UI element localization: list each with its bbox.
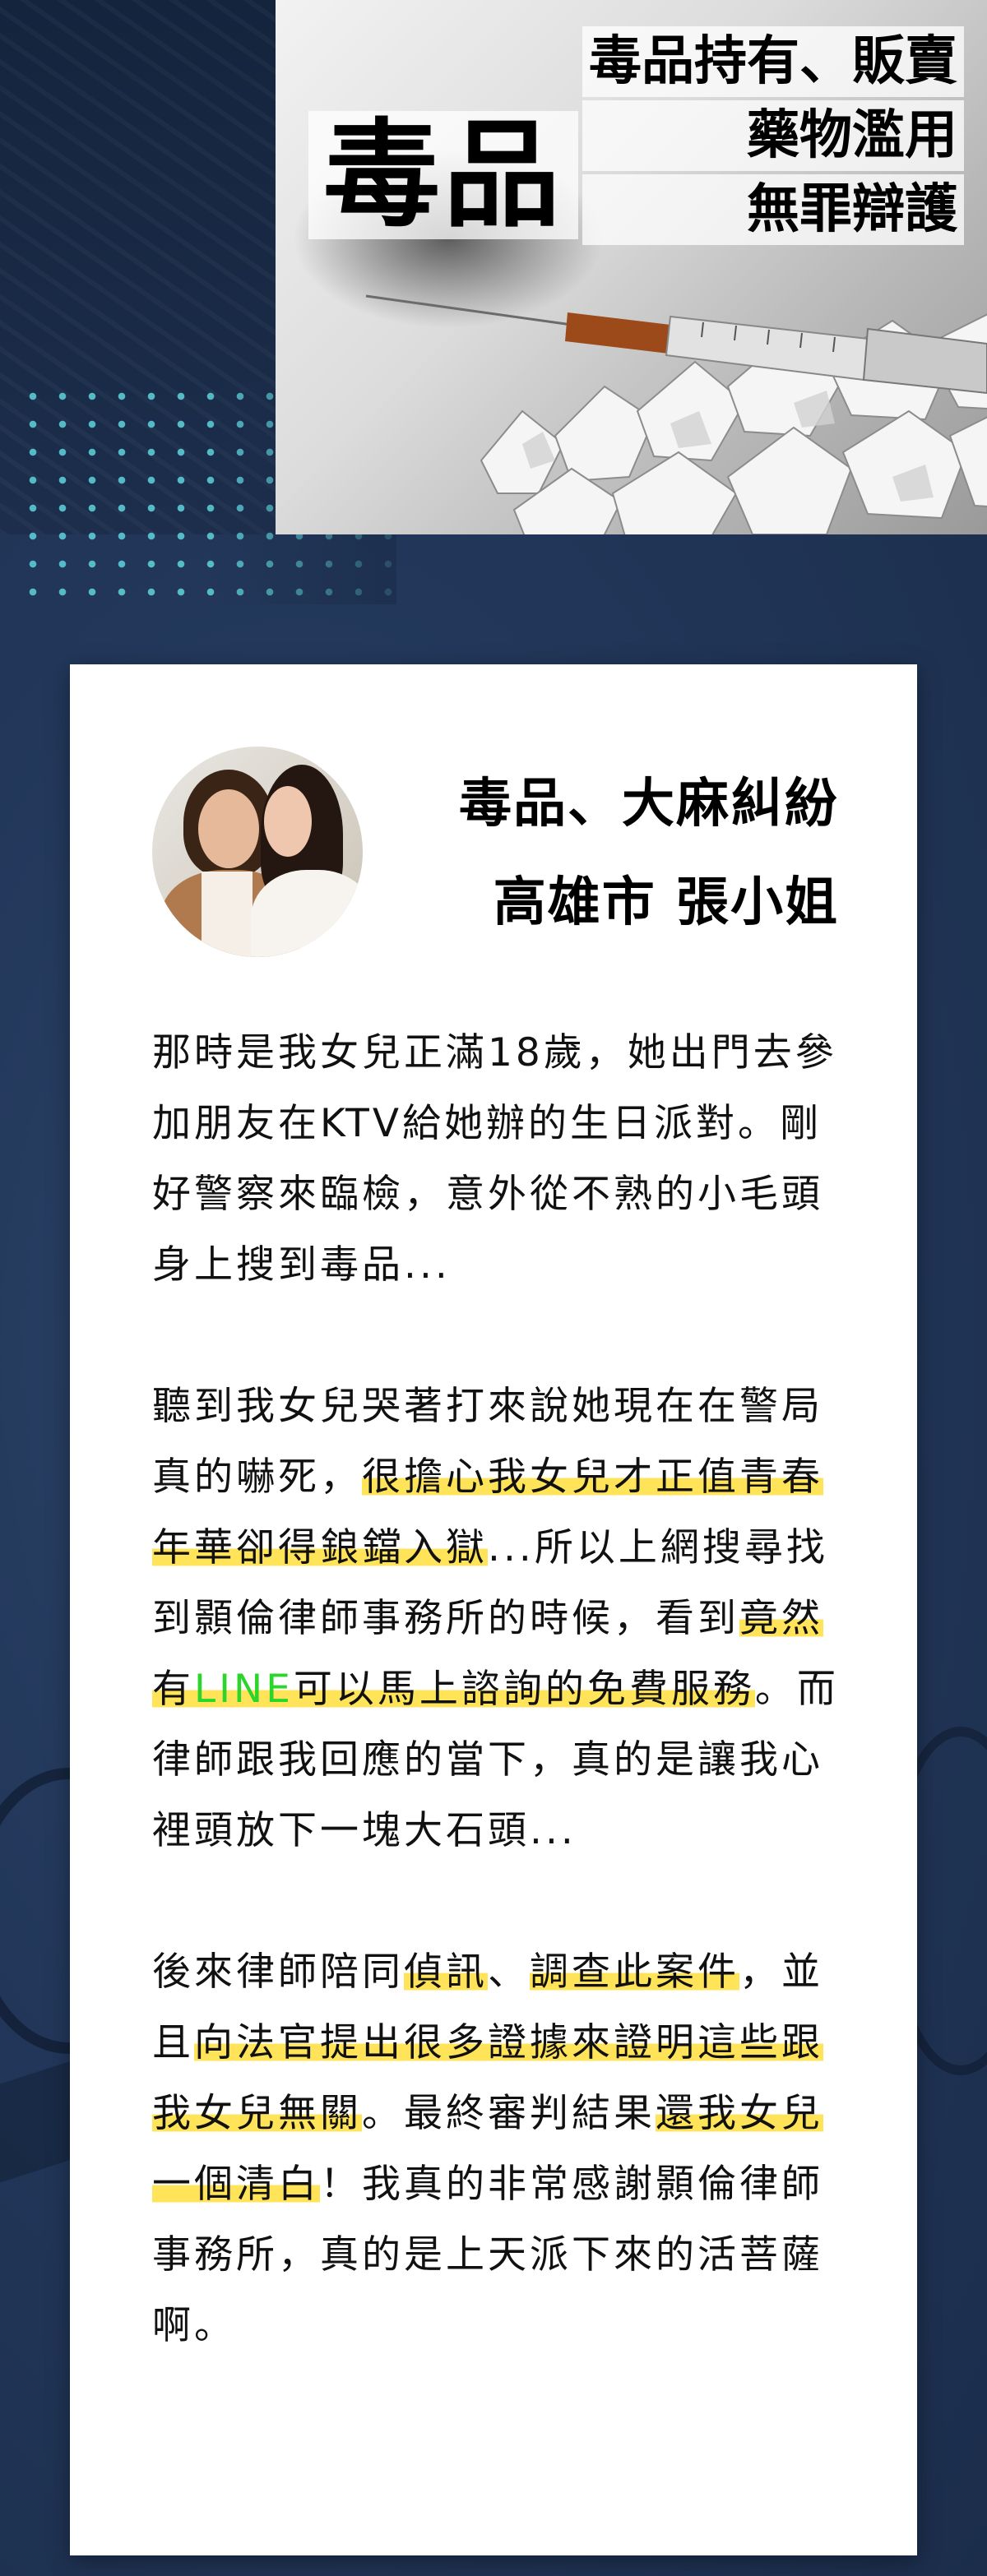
hero-banner: 毒品 毒品持有、販賣 藥物濫用 無罪辯護 <box>276 0 987 534</box>
highlighted-text: 可以馬上諮詢的免費服務 <box>293 1667 755 1712</box>
hero-service-line: 藥物濫用 <box>582 100 964 171</box>
line-brand-text: LINE <box>194 1667 294 1712</box>
story-paragraph: 聽到我女兒哭著打來說她現在在警局真的嚇死，很擔心我女兒才正值青春年華卻得鋃鐺入獄… <box>152 1371 843 1866</box>
hero-badge: 毒品 <box>308 111 578 239</box>
hero-service-list: 毒品持有、販賣 藥物濫用 無罪辯護 <box>582 26 964 248</box>
case-type: 毒品、大麻糾紛 <box>459 773 839 835</box>
testimonial-card: 毒品、大麻糾紛 高雄市 張小姐 那時是我女兒正滿18歲，她出門去參加朋友在KTV… <box>70 664 917 2555</box>
story-paragraph: 那時是我女兒正滿18歲，她出門去參加朋友在KTV給她辦的生日派對。剛好警察來臨檢… <box>152 1018 843 1301</box>
story-paragraph: 後來律師陪同偵訊、調查此案件，並且向法官提出很多證據來證明這些跟我女兒無關。最終… <box>152 1937 843 2361</box>
story-text: 那時是我女兒正滿18歲，她出門去參加朋友在KTV給她辦的生日派對。剛好警察來臨檢… <box>152 1030 837 1288</box>
client-name: 高雄市 張小姐 <box>493 872 839 933</box>
hero-service-line: 毒品持有、販賣 <box>582 26 964 97</box>
testimonial-title: 毒品、大麻糾紛 高雄市 張小姐 <box>459 767 839 940</box>
testimonial-story: 那時是我女兒正滿18歲，她出門去參加朋友在KTV給她辦的生日派對。剛好警察來臨檢… <box>152 1018 843 2361</box>
highlighted-text: 調查此案件 <box>530 1949 739 1995</box>
client-avatar <box>152 747 363 957</box>
story-text: 。最終審判結果 <box>362 2091 656 2136</box>
story-text: 後來律師陪同 <box>152 1949 404 1995</box>
hero-service-line: 無罪辯護 <box>582 174 964 245</box>
story-text: 、 <box>488 1949 530 1995</box>
highlighted-text: 偵訊 <box>404 1949 488 1995</box>
